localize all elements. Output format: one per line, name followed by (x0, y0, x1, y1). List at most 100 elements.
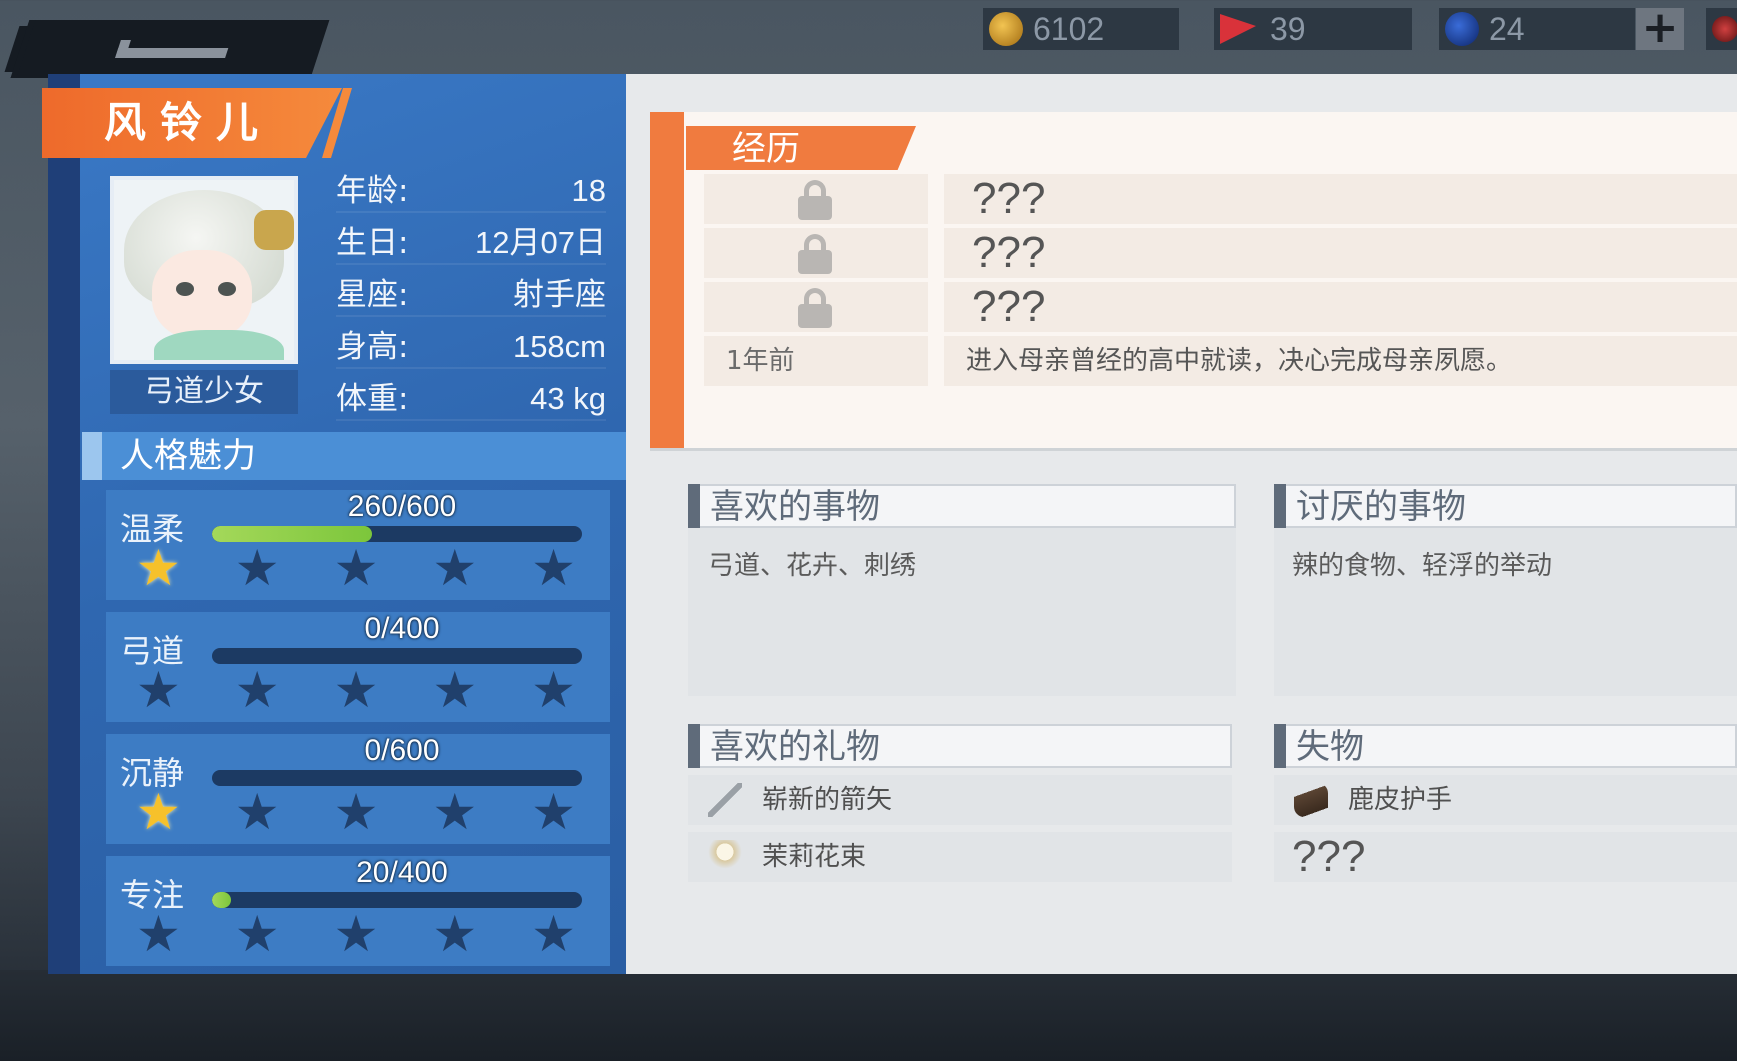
history-row: 1年前 进入母亲曾经的高中就读，决心完成母亲夙愿。 (704, 336, 1737, 386)
lost-item-label: 鹿皮护手 (1348, 785, 1453, 815)
coin-icon (989, 12, 1023, 46)
star-empty-icon: ★ (432, 661, 478, 719)
gift-item[interactable]: 茉莉花束 (688, 832, 1232, 882)
stat-value: 158cm (512, 329, 606, 364)
charm-heading: 人格魅力 (82, 432, 626, 480)
stat-value: 射手座 (513, 277, 606, 312)
history-text: 进入母亲曾经的高中就读，决心完成母亲夙愿。 (944, 336, 1737, 386)
trait-card: 弓道 0/400 ★ ★ ★ ★ ★ (106, 612, 610, 722)
paper-plane-icon (1220, 14, 1256, 44)
star-empty-icon: ★ (432, 539, 478, 597)
trait-value: 0/600 (364, 734, 440, 767)
panel-strip (48, 74, 80, 974)
history-row: ??? (704, 282, 1737, 332)
lock-icon (798, 288, 832, 328)
stat-weight: 体重: 43 kg (336, 377, 606, 421)
history-heading: 经历 (686, 126, 916, 170)
trait-card: 温柔 260/600 ★ ★ ★ ★ ★ (106, 490, 610, 600)
dislikes-heading: 讨厌的事物 (1274, 484, 1737, 528)
history-time (704, 228, 928, 278)
stat-label: 体重: (336, 381, 409, 417)
star-empty-icon: ★ (531, 539, 576, 597)
history-spine (650, 112, 684, 448)
gem-counter: 24 (1439, 8, 1635, 50)
star-empty-icon: ★ (234, 905, 280, 963)
history-row: ??? (704, 174, 1737, 224)
character-name: 风铃儿 (42, 88, 342, 158)
stat-height: 身高: 158cm (336, 325, 606, 369)
ticket-counter: 39 (1214, 8, 1412, 50)
star-filled-icon: ★ (136, 539, 181, 597)
trait-card: 沉静 0/600 ★ ★ ★ ★ ★ (106, 734, 610, 844)
dislikes-text: 辣的食物、轻浮的举动 (1292, 551, 1553, 581)
trait-stars: ★ ★ ★ ★ ★ (136, 542, 576, 594)
star-empty-icon: ★ (136, 661, 181, 719)
star-empty-icon: ★ (333, 905, 379, 963)
gem-icon (1445, 12, 1479, 46)
gift-label: 茉莉花束 (762, 842, 867, 872)
history-time (704, 174, 928, 224)
history-time: 1年前 (704, 336, 928, 386)
character-portrait (110, 176, 298, 364)
gem-value: 24 (1489, 10, 1525, 47)
character-title: 弓道少女 (110, 370, 298, 414)
coin-value: 6102 (1033, 10, 1105, 47)
star-empty-icon: ★ (234, 783, 280, 841)
trait-value: 20/400 (356, 856, 448, 889)
lock-icon (798, 180, 832, 220)
history-text: ??? (944, 174, 1737, 224)
star-empty-icon: ★ (432, 783, 478, 841)
trait-card: 专注 20/400 ★ ★ ★ ★ ★ (106, 856, 610, 966)
stat-age: 年龄: 18 (336, 169, 606, 213)
trait-progress-fill (212, 892, 231, 908)
star-empty-icon: ★ (136, 905, 181, 963)
gift-item[interactable]: 崭新的箭矢 (688, 775, 1232, 825)
lost-item-unknown: ??? (1292, 832, 1366, 881)
star-empty-icon: ★ (333, 539, 379, 597)
history-text: ??? (944, 228, 1737, 278)
stat-value: 12月07日 (475, 225, 606, 260)
trait-value: 260/600 (347, 490, 457, 523)
extra-resource[interactable] (1706, 8, 1737, 50)
history-row: ??? (704, 228, 1737, 278)
stat-label: 生日: (336, 225, 409, 261)
ticket-value: 39 (1270, 10, 1306, 47)
star-empty-icon: ★ (531, 905, 576, 963)
star-empty-icon: ★ (234, 661, 280, 719)
star-empty-icon: ★ (432, 905, 478, 963)
star-empty-icon: ★ (333, 661, 379, 719)
coin-counter: 6102 (983, 8, 1179, 50)
gifts-heading: 喜欢的礼物 (688, 724, 1232, 768)
lost-items-heading: 失物 (1274, 724, 1737, 768)
arrow-icon (708, 783, 742, 817)
likes-text: 弓道、花卉、刺绣 (708, 551, 917, 581)
flower-bouquet-icon (708, 840, 742, 874)
background-floor (0, 970, 1737, 1061)
add-gems-button[interactable]: + (1636, 6, 1684, 50)
badge-icon (1712, 16, 1737, 42)
stat-value: 43 kg (530, 381, 606, 416)
lost-item[interactable]: 鹿皮护手 (1274, 775, 1737, 825)
history-text: ??? (944, 282, 1737, 332)
history-time (704, 282, 928, 332)
stat-label: 身高: (336, 329, 409, 365)
lock-icon (798, 234, 832, 274)
trait-stars: ★ ★ ★ ★ ★ (136, 786, 576, 838)
trait-stars: ★ ★ ★ ★ ★ (136, 908, 576, 960)
star-empty-icon: ★ (531, 783, 576, 841)
star-empty-icon: ★ (234, 539, 280, 597)
stat-value: 18 (571, 173, 606, 208)
stat-birthday: 生日: 12月07日 (336, 221, 606, 265)
star-filled-icon: ★ (136, 783, 181, 841)
stat-zodiac: 星座: 射手座 (336, 273, 606, 317)
back-arrow-icon (115, 40, 231, 58)
trait-stars: ★ ★ ★ ★ ★ (136, 664, 576, 716)
stat-label: 星座: (336, 277, 409, 313)
likes-heading: 喜欢的事物 (688, 484, 1236, 528)
trait-value: 0/400 (364, 612, 440, 645)
star-empty-icon: ★ (531, 661, 576, 719)
stat-label: 年龄: (336, 173, 409, 209)
glove-icon (1294, 783, 1328, 817)
star-empty-icon: ★ (333, 783, 379, 841)
gift-label: 崭新的箭矢 (762, 785, 893, 815)
